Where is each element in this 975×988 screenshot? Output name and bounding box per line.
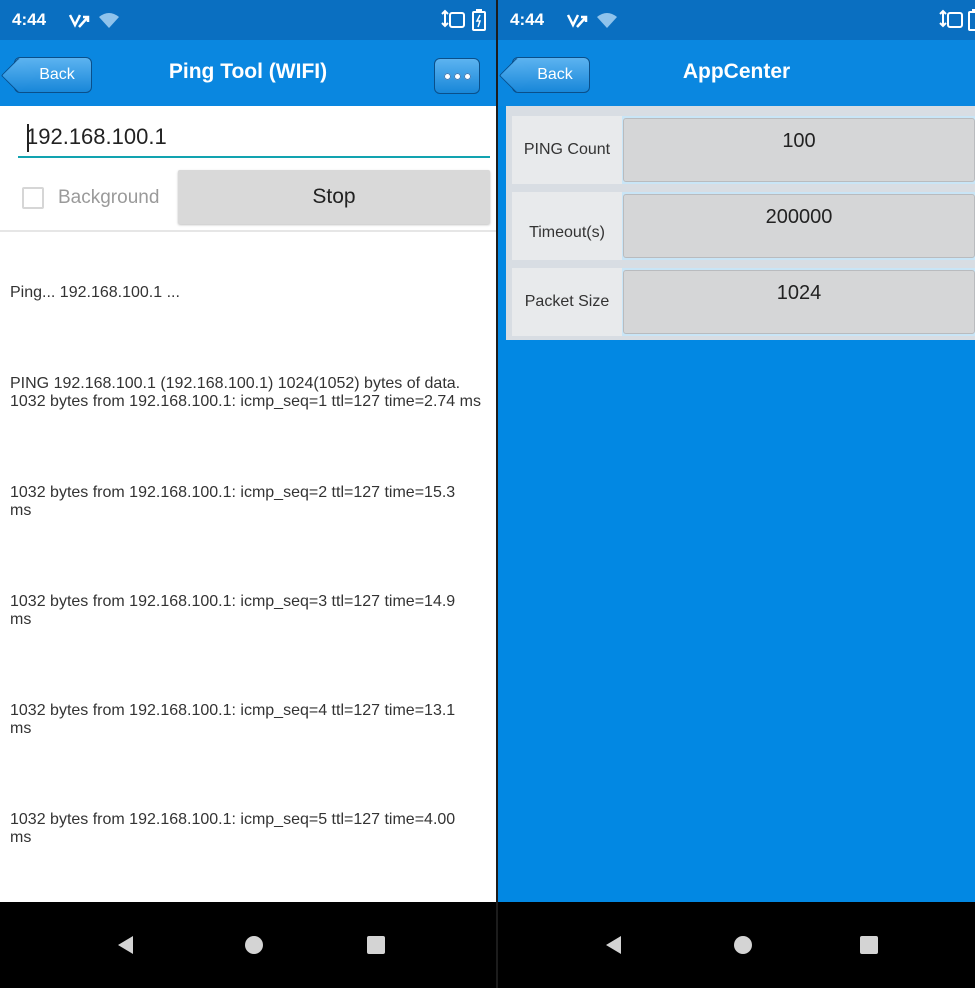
more-options-button[interactable] — [434, 58, 480, 94]
log-entry: 1032 bytes from 192.168.100.1: icmp_seq=… — [10, 593, 460, 628]
ping-tool-screen: 4:44 Back Ping Tool (WIFI) Background St… — [0, 0, 496, 988]
background-checkbox-label: Background — [58, 187, 160, 208]
timeout-row: Timeout(s) — [512, 192, 975, 260]
nfc-icon — [441, 9, 465, 28]
divider — [0, 230, 496, 232]
back-button[interactable]: Back — [14, 57, 92, 93]
packet-size-row: Packet Size — [512, 268, 975, 336]
background-checkbox[interactable] — [22, 187, 44, 209]
packet-size-label: Packet Size — [512, 268, 622, 336]
ping-count-label: PING Count — [512, 116, 622, 184]
log-entry: PING 192.168.100.1 (192.168.100.1) 1024(… — [10, 375, 481, 410]
navigation-bar — [0, 902, 496, 988]
back-triangle-icon[interactable] — [606, 936, 621, 954]
status-time: 4:44 — [12, 10, 47, 29]
recents-square-icon[interactable] — [367, 936, 385, 954]
home-circle-icon[interactable] — [245, 936, 263, 954]
timeout-input[interactable] — [623, 194, 975, 258]
packet-size-input[interactable] — [623, 270, 975, 334]
status-bar: 4:44 — [0, 0, 496, 40]
more-dots-icon — [443, 72, 451, 80]
ping-count-input[interactable] — [623, 118, 975, 182]
app-bar: Back AppCenter — [498, 40, 975, 106]
ping-output-log: Ping... 192.168.100.1 ... PING 192.168.1… — [10, 248, 490, 883]
app-bar: Back Ping Tool (WIFI) — [0, 40, 496, 106]
status-bar: 4:44 — [498, 0, 975, 40]
usb-debug-icon — [566, 14, 588, 28]
status-time: 4:44 — [510, 10, 545, 29]
more-dots-icon — [463, 72, 471, 80]
battery-icon — [968, 9, 975, 31]
appcenter-screen: 4:44 Back AppCenter PING Count Timeout(s… — [498, 0, 975, 988]
timeout-label: Timeout(s) — [512, 192, 622, 260]
home-circle-icon[interactable] — [734, 936, 752, 954]
ping-settings-form: PING Count Timeout(s) Packet Size — [506, 106, 975, 340]
navigation-bar — [498, 902, 975, 988]
back-button[interactable]: Back — [512, 57, 590, 93]
text-cursor — [27, 124, 29, 152]
wifi-icon — [597, 13, 617, 28]
stop-button[interactable]: Stop — [178, 170, 490, 224]
usb-debug-icon — [68, 14, 90, 28]
back-button-label: Back — [537, 66, 573, 83]
log-entry: 1032 bytes from 192.168.100.1: icmp_seq=… — [10, 811, 460, 846]
battery-icon — [472, 9, 486, 31]
log-entry: Ping... 192.168.100.1 ... — [10, 284, 180, 301]
recents-square-icon[interactable] — [860, 936, 878, 954]
log-entry: 1032 bytes from 192.168.100.1: icmp_seq=… — [10, 702, 460, 737]
wifi-icon — [99, 13, 119, 28]
more-dots-icon — [453, 72, 461, 80]
back-button-label: Back — [39, 66, 75, 83]
nfc-icon — [939, 9, 963, 28]
ip-address-input[interactable] — [18, 118, 490, 158]
ping-count-row: PING Count — [512, 116, 975, 184]
log-entry: 1032 bytes from 192.168.100.1: icmp_seq=… — [10, 484, 460, 519]
back-triangle-icon[interactable] — [118, 936, 133, 954]
